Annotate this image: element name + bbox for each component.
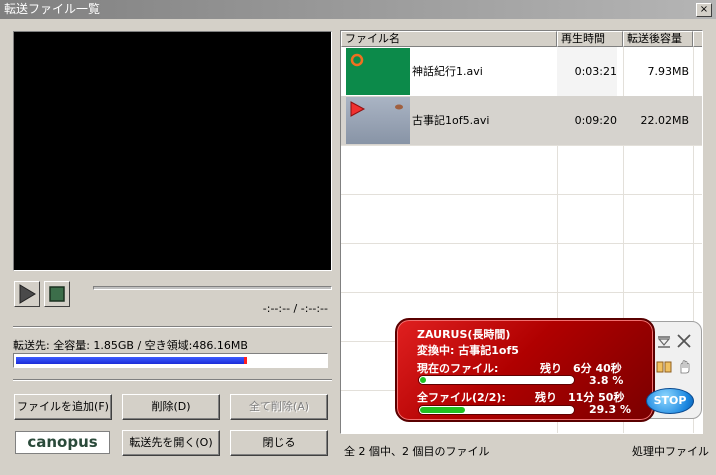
stop-icon	[49, 286, 65, 302]
add-file-button[interactable]: ファイルを追加(F)	[14, 394, 112, 420]
current-progress-fill	[420, 377, 426, 383]
minimize-icon[interactable]	[656, 333, 672, 349]
capacity-marker	[244, 357, 247, 364]
grid-line	[341, 194, 702, 195]
title-bar: 転送ファイル一覧 ×	[0, 0, 716, 19]
column-header-duration[interactable]: 再生時間	[557, 31, 623, 47]
column-header-filler	[693, 31, 702, 47]
converting-label: 変換中: 古事記1of5	[417, 344, 519, 357]
video-thumbnail	[346, 97, 410, 144]
seek-slider[interactable]	[93, 286, 332, 290]
all-progress-fill	[420, 407, 465, 413]
time-display: -:--:-- / -:--:--	[262, 302, 328, 315]
current-file-label: 現在のファイル:	[417, 362, 499, 375]
device-name: ZAURUS(長時間)	[417, 328, 511, 341]
divider	[13, 379, 332, 381]
file-row[interactable]: 古事記1of5.avi 0:09:20 22.02MB	[341, 96, 702, 145]
current-progress-bar	[418, 375, 575, 385]
status-processing: 処理中ファイル	[632, 445, 709, 458]
canopus-logo: canopus	[15, 431, 110, 454]
window-title: 転送ファイル一覧	[4, 2, 101, 16]
stop-button[interactable]	[44, 281, 70, 307]
delete-button[interactable]: 削除(D)	[122, 394, 220, 420]
status-text: 全 2 個中、2 個目のファイル	[344, 445, 490, 458]
all-files-label: 全ファイル(2/2):	[417, 391, 506, 404]
list-header: ファイル名 再生時間 転送後容量	[341, 31, 702, 47]
file-size: 22.02MB	[640, 114, 689, 127]
delete-all-button[interactable]: 全て削除(A)	[230, 394, 328, 420]
conversion-widget: ZAURUS(長時間) 変換中: 古事記1of5 現在のファイル: 残り 6分 …	[395, 315, 707, 425]
video-preview	[13, 31, 332, 271]
all-percent: 29.3 %	[589, 403, 631, 416]
file-row[interactable]: 神話紀行1.avi 0:03:21 7.93MB	[341, 47, 702, 96]
file-duration: 0:03:21	[557, 47, 617, 96]
all-progress-bar	[418, 405, 575, 415]
close-icon[interactable]: ×	[696, 3, 712, 17]
capacity-bar	[13, 353, 328, 368]
video-thumbnail	[346, 48, 410, 95]
capacity-fill	[16, 357, 244, 364]
hand-icon[interactable]	[676, 359, 692, 375]
stop-button[interactable]: STOP	[646, 388, 694, 414]
grid-line	[341, 145, 702, 146]
file-size: 7.93MB	[647, 65, 689, 78]
divider	[13, 326, 332, 328]
column-header-size[interactable]: 転送後容量	[623, 31, 693, 47]
column-header-filename[interactable]: ファイル名	[341, 31, 557, 47]
grid-line	[341, 292, 702, 293]
play-icon	[19, 284, 36, 304]
book-icon[interactable]	[656, 359, 672, 375]
file-name: 神話紀行1.avi	[412, 65, 483, 78]
close-icon[interactable]	[676, 333, 692, 349]
file-name: 古事記1of5.avi	[412, 114, 490, 127]
current-percent: 3.8 %	[589, 374, 624, 387]
open-destination-button[interactable]: 転送先を開く(O)	[122, 430, 220, 456]
play-button[interactable]	[14, 281, 40, 307]
file-duration: 0:09:20	[574, 114, 617, 127]
close-button[interactable]: 閉じる	[230, 430, 328, 456]
capacity-text: 転送先: 全容量: 1.85GB / 空き領域:486.16MB	[13, 339, 248, 352]
grid-line	[341, 243, 702, 244]
